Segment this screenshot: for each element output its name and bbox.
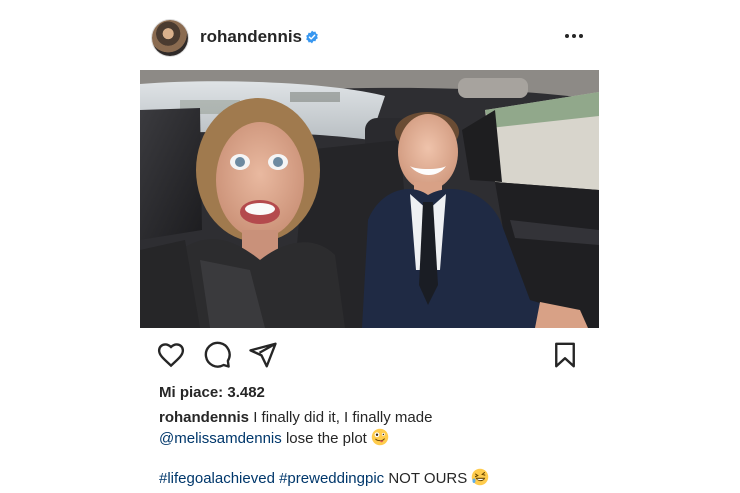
post-hashtags: #lifegoalachieved #preweddingpic NOT OUR… [159, 468, 599, 489]
caption-rest: lose the plot [285, 430, 367, 447]
rofl-emoji [472, 468, 489, 486]
zany-face-emoji [371, 428, 389, 446]
post-header: rohandennis [152, 18, 600, 58]
post-username[interactable]: rohandennis [200, 27, 302, 47]
verified-badge-icon [306, 30, 318, 44]
send-icon[interactable] [248, 340, 278, 370]
more-options-icon[interactable] [562, 24, 586, 48]
post-photo[interactable] [140, 70, 599, 328]
car-selfie-image [140, 70, 599, 328]
bookmark-icon[interactable] [550, 340, 580, 370]
hashtag-link[interactable]: #preweddingpic [279, 470, 384, 487]
avatar[interactable] [152, 20, 188, 56]
caption-username[interactable]: rohandennis [159, 409, 249, 426]
post-actions [140, 340, 599, 374]
hashtag-link[interactable]: #lifegoalachieved [159, 470, 275, 487]
caption-mention[interactable]: @melissamdennis [159, 430, 282, 447]
post-caption: rohandennis I finally did it, I finally … [159, 408, 599, 449]
comment-icon[interactable] [202, 340, 232, 370]
hashtag-tail-text: NOT OURS [388, 470, 468, 487]
heart-icon[interactable] [156, 340, 186, 370]
likes-count[interactable]: Mi piace: 3.482 [159, 384, 265, 401]
caption-text: I finally did it, I finally made [253, 409, 433, 426]
